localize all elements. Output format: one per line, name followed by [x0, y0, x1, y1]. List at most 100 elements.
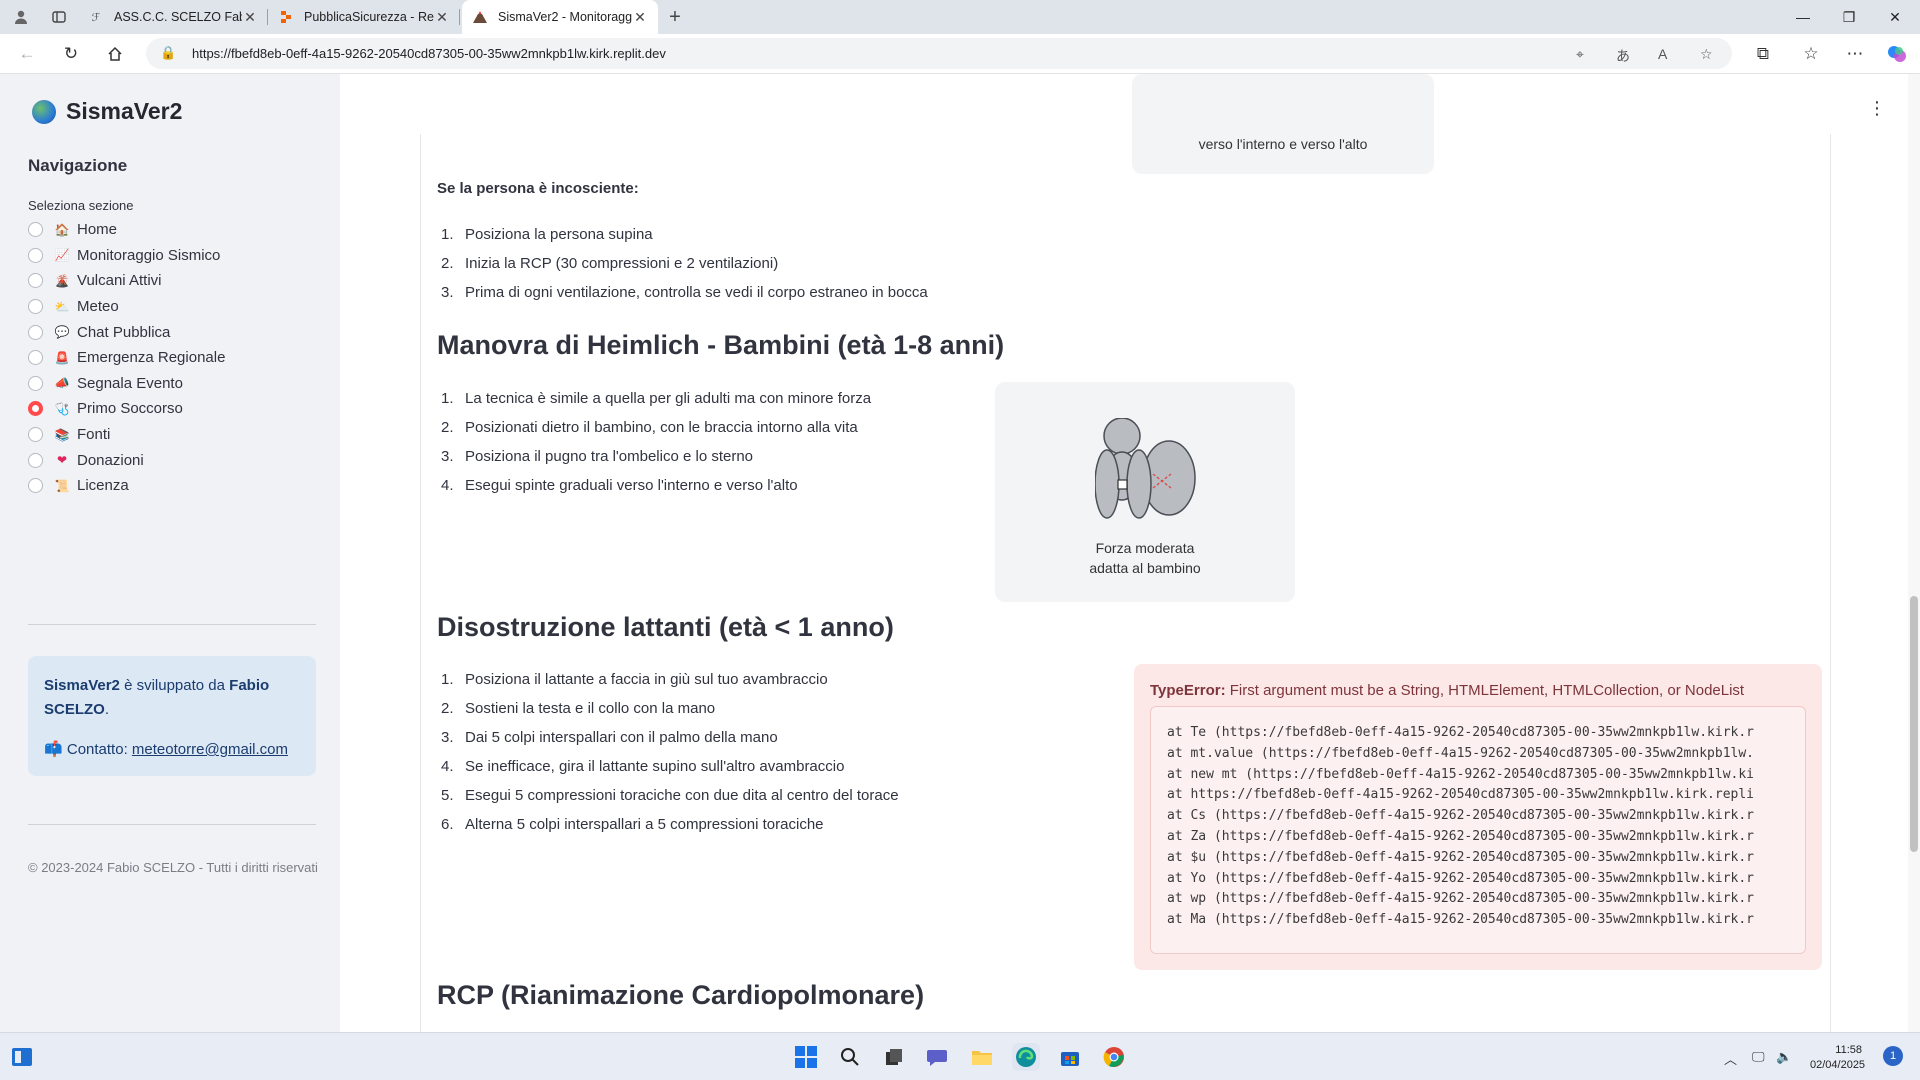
nav-item-label: Donazioni: [77, 451, 144, 469]
nav-item-primo-soccorso[interactable]: 🩺 Primo Soccorso: [28, 396, 225, 422]
nav-item-label: Primo Soccorso: [77, 400, 183, 418]
radio-button-selected[interactable]: [28, 401, 43, 417]
nav-item-home[interactable]: 🏠 Home: [28, 217, 225, 243]
profile-icon[interactable]: [10, 6, 32, 28]
nav-item-label: Licenza: [77, 477, 129, 495]
nav-item-label: Vulcani Attivi: [77, 272, 162, 290]
page-scrollbar[interactable]: [1908, 74, 1920, 1032]
home-icon[interactable]: [102, 42, 128, 66]
translate-icon[interactable]: あ: [1616, 46, 1630, 66]
copilot-icon[interactable]: [1884, 42, 1910, 66]
list-item: 2. Posizionati dietro il bambino, con le …: [441, 419, 858, 436]
store-icon[interactable]: [1056, 1043, 1084, 1071]
trace-line: at $u (https://fbefd8eb-0eff-4a15-9262-2…: [1167, 849, 1754, 865]
widgets-icon[interactable]: [8, 1043, 36, 1071]
nav-item-fonti[interactable]: 📚 Fonti: [28, 422, 225, 448]
volume-icon[interactable]: 🔈: [1776, 1049, 1792, 1065]
developer-info-box: SismaVer2 è sviluppato da Fabio SCELZO. …: [28, 656, 316, 776]
close-tab-icon[interactable]: ✕: [632, 9, 648, 26]
url-field[interactable]: 🔒 https://fbefd8eb-0eff-4a15-9262-20540c…: [146, 38, 1732, 69]
tab-ass-scelzo[interactable]: ℱ ASS.C.C. SCELZO Fabio ✕: [78, 0, 268, 34]
nav-item-chat[interactable]: 💬 Chat Pubblica: [28, 319, 225, 345]
radio-button[interactable]: [28, 452, 43, 468]
refresh-icon[interactable]: ↻: [58, 42, 84, 66]
nav-item-segnala[interactable]: 📣 Segnala Evento: [28, 371, 225, 397]
back-icon[interactable]: ←: [14, 42, 40, 66]
url-text: https://fbefd8eb-0eff-4a15-9262-20540cd8…: [192, 46, 666, 61]
copyright: © 2023-2024 Fabio SCELZO - Tutti i dirit…: [28, 860, 318, 875]
search-icon[interactable]: [836, 1043, 864, 1071]
site-info-icon[interactable]: 🔒: [160, 45, 176, 61]
children-steps: 1. La tecnica è simile a quella per gli a…: [437, 390, 871, 506]
new-tab-button[interactable]: +: [664, 6, 686, 28]
illustration-card: verso l'interno e verso l'alto: [1132, 74, 1434, 174]
illustration-caption: Forza moderata: [1095, 540, 1195, 556]
app-menu-icon[interactable]: ⋮: [1868, 98, 1886, 119]
favorites-icon[interactable]: ☆: [1798, 42, 1824, 66]
list-item: 2. Inizia la RCP (30 compressioni e 2 ven…: [441, 255, 779, 272]
tab-sismaver2[interactable]: SismaVer2 - Monitoraggio Sismico ✕: [462, 0, 658, 34]
nav-item-licenza[interactable]: 📜 Licenza: [28, 473, 225, 499]
nav-item-label: Segnala Evento: [77, 374, 183, 392]
radio-group-label: Seleziona sezione: [28, 198, 134, 213]
developer-line: SismaVer2 è sviluppato da Fabio SCELZO.: [44, 674, 300, 722]
close-window-icon[interactable]: ✕: [1872, 0, 1918, 34]
clock[interactable]: 11:58 02/04/2025: [1810, 1043, 1865, 1073]
house-icon: 🏠: [54, 222, 70, 237]
nav-item-donazioni[interactable]: ❤ Donazioni: [28, 447, 225, 473]
minimize-icon[interactable]: —: [1780, 0, 1826, 34]
cpr-heading: RCP (Rianimazione Cardiopolmonare): [437, 980, 925, 1010]
radio-button[interactable]: [28, 478, 43, 494]
tab-pubblica-sicurezza[interactable]: PubblicaSicurezza - Replit ✕: [268, 0, 460, 34]
nav-item-label: Monitoraggio Sismico: [77, 246, 221, 264]
replit-tab-icon: ℱ: [91, 11, 101, 24]
replit-tab-icon: [278, 9, 294, 25]
sun-cloud-icon: ⛅: [54, 299, 70, 314]
network-icon[interactable]: 🖵: [1752, 1049, 1765, 1065]
scrollbar-thumb[interactable]: [1910, 596, 1918, 852]
teams-chat-icon[interactable]: [924, 1043, 952, 1071]
file-explorer-icon[interactable]: [968, 1043, 996, 1071]
tab-actions-icon[interactable]: [48, 6, 70, 28]
radio-button[interactable]: [28, 427, 43, 443]
location-icon[interactable]: ⌖: [1576, 46, 1584, 63]
scroll-icon: 📜: [54, 478, 70, 493]
contact-label: Contatto:: [66, 741, 132, 758]
nav-item-emergenza[interactable]: 🚨 Emergenza Regionale: [28, 345, 225, 371]
notification-badge[interactable]: 1: [1883, 1046, 1903, 1066]
nav-item-monitoraggio[interactable]: 📈 Monitoraggio Sismico: [28, 243, 225, 269]
nav-item-meteo[interactable]: ⛅ Meteo: [28, 294, 225, 320]
favorite-star-icon[interactable]: ☆: [1700, 46, 1713, 63]
radio-button[interactable]: [28, 299, 43, 315]
contact-email-link[interactable]: meteotorre@gmail.com: [132, 741, 288, 758]
nav-item-label: Meteo: [77, 298, 119, 316]
period-text: .: [104, 701, 110, 718]
settings-more-icon[interactable]: ⋯: [1842, 42, 1868, 66]
task-view-icon[interactable]: [880, 1043, 908, 1071]
radio-button[interactable]: [28, 247, 43, 263]
start-icon[interactable]: [792, 1043, 820, 1071]
sidebar-divider: [28, 824, 316, 825]
list-item: 5. Esegui 5 compressioni toraciche con du…: [441, 787, 899, 804]
radio-button[interactable]: [28, 222, 43, 238]
nav-item-label: Home: [77, 221, 118, 239]
list-item: 4. Se inefficace, gira il lattante supino…: [441, 758, 845, 775]
close-tab-icon[interactable]: ✕: [242, 9, 258, 26]
extensions-icon[interactable]: ⧉: [1750, 42, 1776, 66]
chrome-icon[interactable]: [1100, 1043, 1128, 1071]
radio-button[interactable]: [28, 375, 43, 391]
error-stack-trace[interactable]: at Te (https://fbefd8eb-0eff-4a15-9262-2…: [1150, 706, 1806, 954]
edge-browser-icon[interactable]: [1012, 1043, 1040, 1071]
tab-label: PubblicaSicurezza - Replit: [304, 10, 434, 24]
radio-button[interactable]: [28, 324, 43, 340]
read-aloud-icon[interactable]: A: [1658, 46, 1667, 62]
radio-button[interactable]: [28, 273, 43, 289]
tray-chevron-icon[interactable]: ︿: [1724, 1049, 1737, 1068]
restore-icon[interactable]: ❐: [1826, 0, 1872, 34]
nav-item-vulcani[interactable]: 🌋 Vulcani Attivi: [28, 268, 225, 294]
radio-button[interactable]: [28, 350, 43, 366]
close-tab-icon[interactable]: ✕: [434, 9, 450, 26]
child-heimlich-figure-icon: [1095, 418, 1196, 519]
tab-label: SismaVer2 - Monitoraggio Sismico: [498, 10, 632, 24]
volcano-tab-icon: [472, 9, 488, 25]
